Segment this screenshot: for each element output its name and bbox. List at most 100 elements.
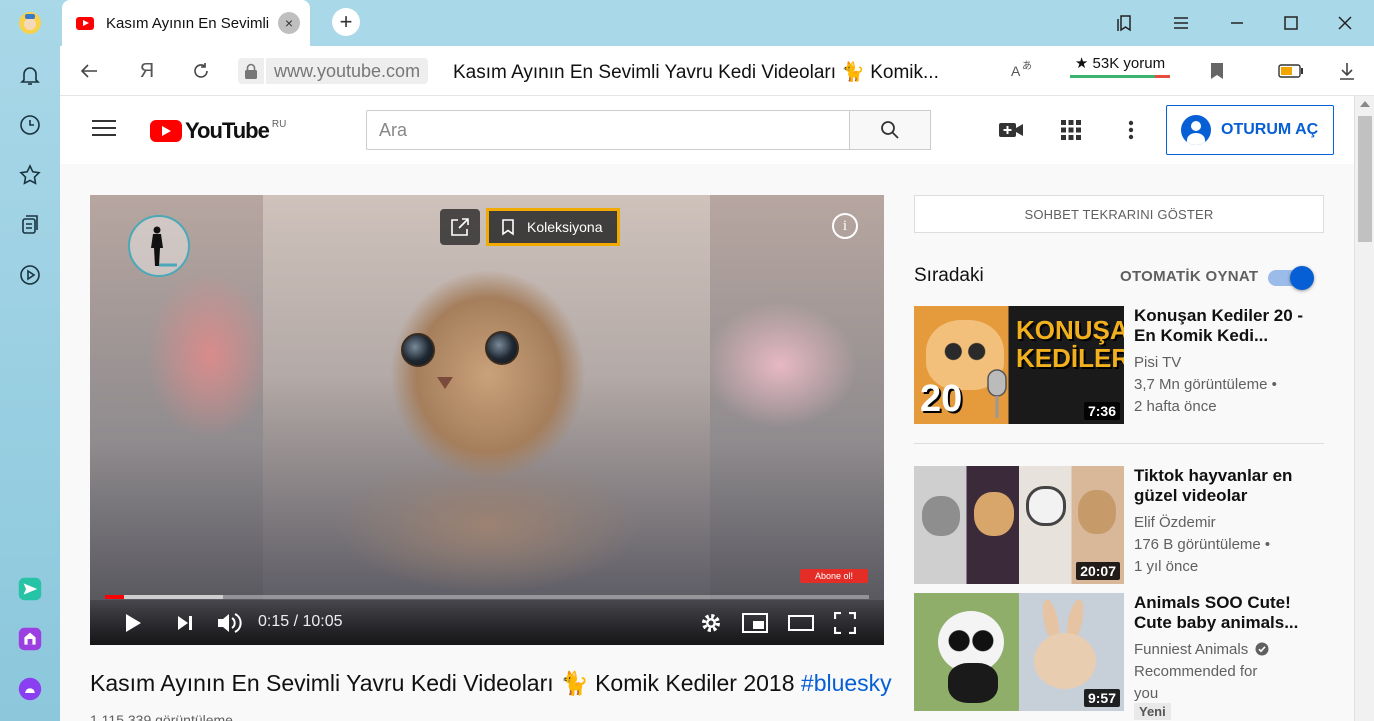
recommendation-meta: Elif Özdemir 176 B görüntüleme • 1 yıl ö… bbox=[1134, 512, 1309, 578]
kitten-nose bbox=[437, 377, 453, 389]
tab-close-button[interactable]: × bbox=[278, 12, 300, 34]
reload-icon[interactable] bbox=[186, 56, 216, 86]
panda-body-thumbnail bbox=[948, 663, 998, 703]
up-next-heading: Sıradaki bbox=[914, 265, 984, 286]
address-page-title[interactable]: Kasım Ayının En Sevimli Yavru Kedi Video… bbox=[453, 60, 939, 84]
search-button[interactable] bbox=[849, 110, 931, 150]
recommendation-thumbnail[interactable]: KONUŞAN KEDİLER 20 7:36 bbox=[914, 306, 1124, 424]
fullscreen-icon[interactable] bbox=[832, 610, 858, 636]
search-input[interactable] bbox=[366, 110, 850, 150]
history-clock-icon[interactable] bbox=[15, 110, 45, 140]
lock-icon[interactable] bbox=[238, 58, 264, 84]
profile-avatar-icon[interactable] bbox=[15, 8, 45, 38]
close-window-icon[interactable] bbox=[1330, 8, 1360, 38]
info-icon[interactable]: i bbox=[832, 213, 858, 239]
microphone-icon bbox=[987, 369, 1007, 418]
tab-youtube[interactable]: Kasım Ayının En Sevimli × bbox=[62, 0, 310, 46]
thumbnail-overlay-text: KONUŞAN KEDİLER bbox=[1016, 315, 1124, 373]
collection-label: Koleksiyona bbox=[527, 219, 603, 235]
autoplay-toggle[interactable] bbox=[1268, 266, 1314, 290]
chat-replay-button[interactable]: SOHBET TEKRARINI GÖSTER bbox=[914, 195, 1324, 233]
add-to-collection-button[interactable]: Koleksiyona bbox=[486, 208, 620, 246]
next-video-icon[interactable] bbox=[172, 610, 198, 636]
minimize-icon[interactable] bbox=[1222, 8, 1252, 38]
page-scrollbar[interactable] bbox=[1354, 96, 1374, 721]
video-title: Kasım Ayının En Sevimli Yavru Kedi Video… bbox=[90, 670, 892, 697]
youtube-logo[interactable]: YouTube RU bbox=[150, 118, 286, 144]
volume-icon[interactable] bbox=[216, 610, 242, 636]
yandex-home-button[interactable]: Я bbox=[132, 56, 162, 86]
favorites-star-icon[interactable] bbox=[15, 160, 45, 190]
recommendation-title[interactable]: Tiktok hayvanlar en güzel videolar bbox=[1134, 466, 1304, 506]
bookmark-icon[interactable] bbox=[1202, 56, 1232, 86]
kitten-right-eye bbox=[485, 331, 519, 365]
youtube-header: YouTube RU OTURUM AÇ bbox=[60, 96, 1354, 164]
apps-grid-icon[interactable] bbox=[1057, 116, 1085, 144]
recommendation-item[interactable]: 9:57 Animals SOO Cute! Cute baby animals… bbox=[914, 593, 1324, 711]
cat-face-thumbnail bbox=[1078, 490, 1116, 534]
collections-icon[interactable] bbox=[15, 210, 45, 240]
recommendation-item[interactable]: 20:07 Tiktok hayvanlar en güzel videolar… bbox=[914, 466, 1324, 584]
video-player[interactable]: Koleksiyona i Abone ol! 0:15 / 10:05 bbox=[90, 195, 884, 645]
scrollbar-thumb[interactable] bbox=[1358, 116, 1372, 242]
notifications-bell-icon[interactable] bbox=[15, 60, 45, 90]
subscribe-overlay-badge[interactable]: Abone ol! bbox=[800, 569, 868, 583]
alice-assistant-icon[interactable] bbox=[15, 674, 45, 704]
play-icon[interactable] bbox=[120, 610, 146, 636]
cat-face-thumbnail bbox=[974, 492, 1014, 536]
channel-name-row: Funniest Animals bbox=[1134, 639, 1309, 661]
view-count: 3,7 Mn görüntüleme • bbox=[1134, 376, 1277, 393]
hamburger-menu-icon[interactable] bbox=[92, 120, 116, 138]
theater-mode-icon[interactable] bbox=[788, 610, 814, 636]
thumbnail-number: 20 bbox=[920, 378, 963, 420]
verified-check-icon bbox=[1255, 642, 1269, 656]
channel-name[interactable]: Pisi TV bbox=[1134, 352, 1309, 374]
channel-name[interactable]: Elif Özdemir bbox=[1134, 512, 1309, 534]
view-count: 1.115.339 görüntüleme bbox=[90, 712, 233, 721]
browser-menu-icon[interactable] bbox=[1166, 8, 1196, 38]
youtube-wordmark: YouTube bbox=[185, 118, 270, 143]
more-options-icon[interactable] bbox=[1117, 116, 1145, 144]
maximize-icon[interactable] bbox=[1276, 8, 1306, 38]
recommendation-title[interactable]: Konuşan Kediler 20 - En Komik Kedi... bbox=[1134, 306, 1304, 346]
recommendation-divider bbox=[914, 443, 1324, 444]
reviews-count: ★ 53K yorum bbox=[1074, 55, 1166, 72]
recommendation-item[interactable]: KONUŞAN KEDİLER 20 7:36 Konuşan Kediler … bbox=[914, 306, 1324, 424]
video-hashtag-link[interactable]: #bluesky bbox=[801, 670, 892, 696]
reviews-widget[interactable]: ★ 53K yorum bbox=[1070, 54, 1170, 78]
signin-button[interactable]: OTURUM AÇ bbox=[1166, 105, 1334, 155]
recommendation-title[interactable]: Animals SOO Cute! Cute baby animals... bbox=[1134, 593, 1304, 633]
downloads-icon[interactable] bbox=[1332, 56, 1362, 86]
region-code: RU bbox=[271, 118, 287, 130]
translate-icon[interactable]: Aあ bbox=[1010, 58, 1034, 85]
open-external-icon[interactable] bbox=[440, 209, 480, 245]
dog-face-thumbnail bbox=[1026, 486, 1066, 526]
smart-home-app-icon[interactable] bbox=[15, 624, 45, 654]
url-domain[interactable]: www.youtube.com bbox=[266, 58, 429, 84]
recommendation-reason: you bbox=[1134, 685, 1159, 702]
battery-saver-icon[interactable] bbox=[1276, 56, 1306, 86]
channel-watermark-icon[interactable] bbox=[128, 215, 190, 277]
messenger-app-icon[interactable] bbox=[15, 574, 45, 604]
new-tab-button[interactable]: + bbox=[332, 8, 360, 36]
video-play-circle-icon[interactable] bbox=[15, 260, 45, 290]
create-video-icon[interactable] bbox=[997, 116, 1025, 144]
time-display: 0:15 / 10:05 bbox=[258, 613, 343, 630]
signin-label: OTURUM AÇ bbox=[1221, 121, 1319, 138]
upload-age: 2 hafta önce bbox=[1134, 398, 1217, 415]
duration-badge: 20:07 bbox=[1076, 562, 1120, 580]
miniplayer-icon[interactable] bbox=[742, 610, 768, 636]
new-badge: Yeni bbox=[1134, 703, 1171, 720]
channel-name[interactable]: Funniest Animals bbox=[1134, 641, 1248, 658]
upload-age: 1 yıl önce bbox=[1134, 558, 1199, 575]
recommendation-meta: Pisi TV 3,7 Mn görüntüleme • 2 hafta önc… bbox=[1134, 352, 1309, 418]
back-arrow-icon[interactable] bbox=[74, 56, 104, 86]
svg-text:あ: あ bbox=[1022, 60, 1032, 72]
view-count: 176 B görüntüleme • bbox=[1134, 536, 1271, 553]
tab-bookmarks-icon[interactable] bbox=[1110, 8, 1140, 38]
recommendation-thumbnail[interactable]: 9:57 bbox=[914, 593, 1124, 711]
settings-gear-icon[interactable] bbox=[698, 610, 724, 636]
scroll-up-arrow-icon[interactable] bbox=[1360, 101, 1370, 107]
progress-bar[interactable] bbox=[105, 595, 869, 599]
recommendation-thumbnail[interactable]: 20:07 bbox=[914, 466, 1124, 584]
